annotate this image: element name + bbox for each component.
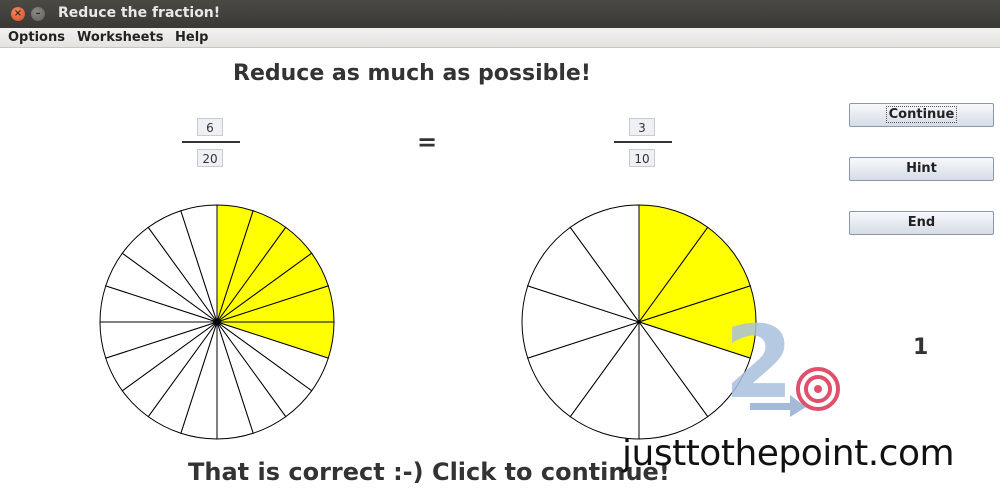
title-bar: × – Reduce the fraction!	[0, 0, 1000, 28]
right-denominator-field[interactable]: 10	[629, 149, 655, 167]
menu-worksheets[interactable]: Worksheets	[77, 30, 163, 45]
left-numerator-field[interactable]: 6	[197, 118, 223, 136]
equals-sign: =	[417, 128, 438, 156]
minimize-window-button[interactable]: –	[31, 7, 45, 21]
end-button[interactable]: End	[849, 211, 994, 235]
target-center	[814, 385, 822, 393]
right-numerator-field[interactable]: 3	[629, 118, 655, 136]
menu-bar: Options Worksheets Help	[0, 28, 1000, 48]
score-counter: 1	[913, 335, 929, 360]
watermark-site-text: justtothepoint.com	[622, 433, 955, 474]
continue-button[interactable]: Continue	[849, 103, 994, 127]
window-title: Reduce the fraction!	[58, 5, 221, 21]
continue-label: Continue	[885, 106, 958, 123]
menu-options[interactable]: Options	[8, 30, 65, 45]
status-message[interactable]: That is correct :-) Click to continue!	[188, 458, 670, 486]
left-fraction-bar	[182, 141, 240, 143]
watermark-logo: 2	[724, 305, 840, 420]
left-fraction-pie	[99, 204, 335, 440]
watermark-logo-digit: 2	[724, 305, 794, 420]
close-window-button[interactable]: ×	[11, 7, 25, 21]
right-fraction-bar	[614, 141, 672, 143]
instruction-heading: Reduce as much as possible!	[233, 61, 591, 86]
left-denominator-field[interactable]: 20	[197, 149, 223, 167]
hint-button[interactable]: Hint	[849, 157, 994, 181]
menu-help[interactable]: Help	[175, 30, 208, 45]
